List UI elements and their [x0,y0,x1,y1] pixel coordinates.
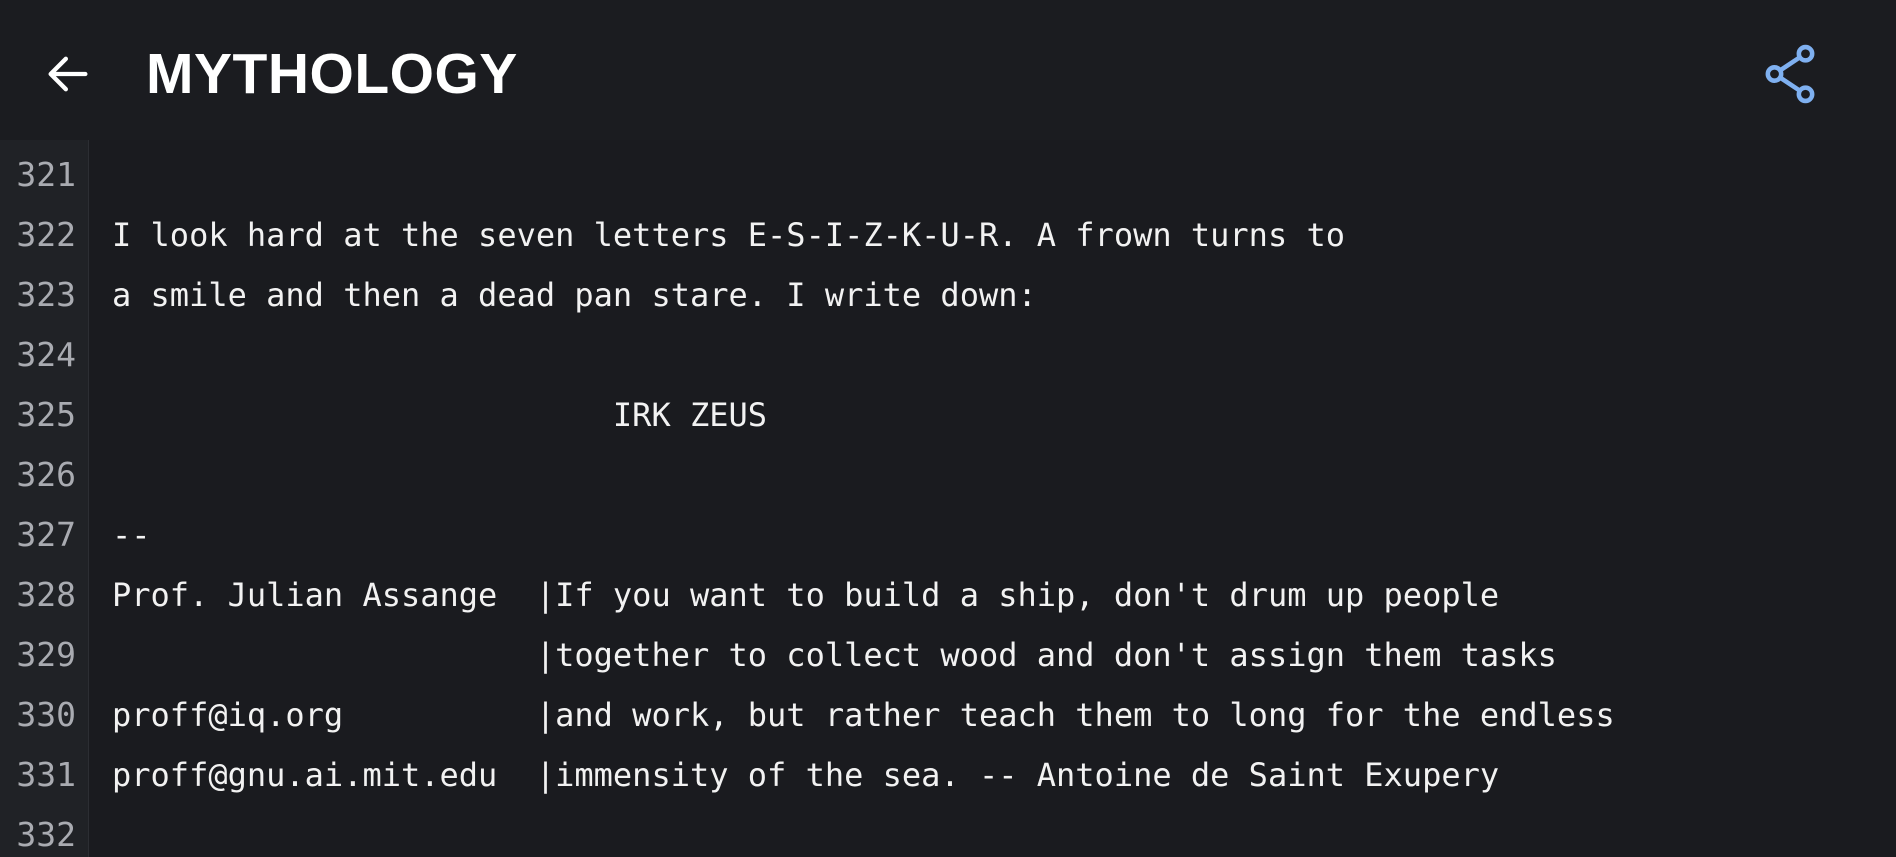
line-text: IRK ZEUS [112,396,768,434]
line-number: 332 [16,815,76,854]
share-button[interactable] [1752,38,1828,110]
line-number: 328 [16,575,76,614]
back-button[interactable] [30,38,106,110]
editor-line: 332 [0,805,1896,857]
line-text: |together to collect wood and don't assi… [112,636,1557,674]
line-text: -- [112,516,151,554]
editor-line: 321 [0,145,1896,205]
editor-line: 331 proff@gnu.ai.mit.edu |immensity of t… [0,745,1896,805]
line-number: 323 [16,275,76,314]
share-icon [1765,44,1815,104]
editor-line: 328 Prof. Julian Assange |If you want to… [0,565,1896,625]
top-app-bar: MYTHOLOGY [0,0,1896,141]
line-number: 322 [16,215,76,254]
editor-line: 327 -- [0,505,1896,565]
line-number: 327 [16,515,76,554]
app-window: MYTHOLOGY 321 322 I look hard at the sev… [0,0,1896,857]
editor-line: 322 I look hard at the seven letters E-S… [0,205,1896,265]
text-editor[interactable]: 321 322 I look hard at the seven letters… [0,140,1896,857]
editor-line: 329 |together to collect wood and don't … [0,625,1896,685]
editor-line: 330 proff@iq.org |and work, but rather t… [0,685,1896,745]
line-number: 326 [16,455,76,494]
line-number: 329 [16,635,76,674]
line-number: 324 [16,335,76,374]
line-number: 321 [16,155,76,194]
editor-line: 323 a smile and then a dead pan stare. I… [0,265,1896,325]
editor-line: 324 [0,325,1896,385]
line-text: Prof. Julian Assange |If you want to bui… [112,576,1500,614]
page-title: MYTHOLOGY [146,42,518,106]
line-number: 330 [16,695,76,734]
line-text: proff@iq.org |and work, but rather teach… [112,696,1615,734]
line-text: proff@gnu.ai.mit.edu |immensity of the s… [112,756,1500,794]
line-number: 325 [16,395,76,434]
line-text: I look hard at the seven letters E-S-I-Z… [112,216,1345,254]
line-text: a smile and then a dead pan stare. I wri… [112,276,1037,314]
editor-line: 325 IRK ZEUS [0,385,1896,445]
arrow-left-icon [48,56,88,92]
line-number: 331 [16,755,76,794]
editor-line: 326 [0,445,1896,505]
